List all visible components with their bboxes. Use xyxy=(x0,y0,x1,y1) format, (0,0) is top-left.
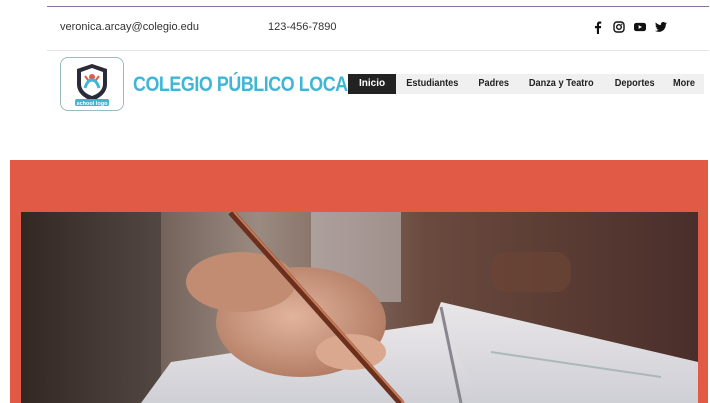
shield-logo-icon: school logo xyxy=(75,64,109,107)
contact-email[interactable]: veronica.arcay@colegio.edu xyxy=(60,21,199,33)
instagram-icon[interactable] xyxy=(613,20,625,34)
nav-item-estudiantes[interactable]: Estudiantes xyxy=(399,74,466,94)
school-logo[interactable]: school logo xyxy=(60,57,124,111)
header-divider xyxy=(47,50,709,51)
hero-section xyxy=(10,160,708,403)
nav-item-inicio[interactable]: Inicio xyxy=(348,74,397,94)
nav-item-more[interactable]: More xyxy=(666,74,703,94)
logo-text: school logo xyxy=(77,101,109,107)
contact-bar: veronica.arcay@colegio.edu 123-456-7890 xyxy=(0,7,710,50)
nav-item-danza-teatro[interactable]: Danza y Teatro xyxy=(522,74,601,94)
contact-phone[interactable]: 123-456-7890 xyxy=(268,21,337,33)
facebook-icon[interactable] xyxy=(592,20,604,34)
hero-image xyxy=(21,212,698,403)
nav-item-deportes[interactable]: Deportes xyxy=(607,74,662,94)
school-name[interactable]: COLEGIO PÚBLICO LOCAL xyxy=(133,73,359,97)
social-links xyxy=(592,20,667,34)
main-nav: Inicio Estudiantes Padres Danza y Teatro… xyxy=(348,74,704,94)
twitter-icon[interactable] xyxy=(655,20,667,34)
nav-item-padres[interactable]: Padres xyxy=(471,74,516,94)
youtube-icon[interactable] xyxy=(634,20,646,34)
